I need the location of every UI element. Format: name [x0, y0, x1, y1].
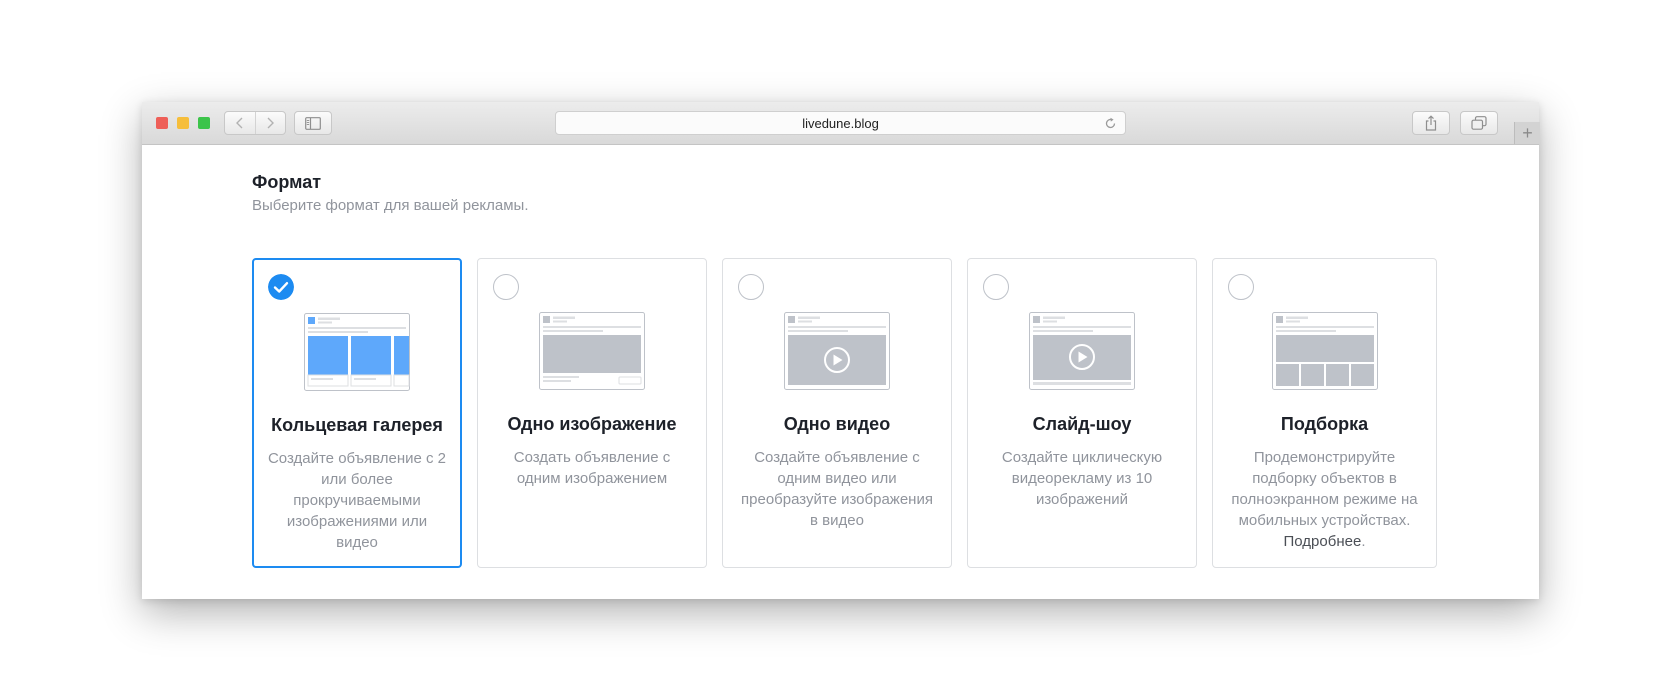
format-card-single-video[interactable]: Одно видео Создайте объявление с одним в…: [722, 258, 952, 568]
format-card-description: Создайте циклическую видеорекламу из 10 …: [1001, 449, 1163, 508]
forward-button[interactable]: [254, 112, 286, 134]
url-text: livedune.blog: [802, 115, 879, 131]
browser-window: livedune.blog + Формат Выберите формат д…: [142, 102, 1540, 599]
format-card-description: Продемонстрируйте подборку объектов в по…: [1231, 449, 1418, 550]
share-icon: [1425, 115, 1437, 131]
format-card-slideshow[interactable]: Слайд-шоу Создайте циклическую видеорекл…: [967, 258, 1197, 568]
page-content: Формат Выберите формат для вашей рекламы…: [142, 145, 1539, 599]
chevron-right-icon: [267, 117, 275, 129]
address-bar[interactable]: livedune.blog: [555, 111, 1126, 135]
learn-more-link[interactable]: Подробнее: [1284, 533, 1362, 550]
format-card-title: Кольцевая галерея: [271, 415, 443, 435]
format-card-description: Создайте объявление с 2 или более прокру…: [267, 450, 447, 551]
format-radio[interactable]: [1228, 274, 1254, 300]
format-card-single-image[interactable]: Одно изображение Создать объявление с од…: [477, 258, 707, 568]
share-button[interactable]: [1412, 111, 1450, 135]
single-video-thumbnail-icon: [784, 312, 890, 390]
single-image-thumbnail-icon: [539, 312, 645, 390]
tab-overview-button[interactable]: [1460, 111, 1498, 135]
format-card-collection[interactable]: Подборка Продемонстрируйте подборку объе…: [1212, 258, 1437, 568]
format-card-description: Создать объявление с одним изображением: [513, 449, 671, 487]
carousel-thumbnail-icon: [304, 313, 410, 391]
new-tab-button[interactable]: +: [1514, 122, 1540, 144]
history-navigation: [224, 111, 286, 135]
format-card-title: Одно изображение: [507, 414, 677, 434]
format-card-description: Создайте объявление с одним видео или пр…: [741, 449, 933, 529]
reload-icon[interactable]: [1104, 117, 1117, 130]
format-radio[interactable]: [493, 274, 519, 300]
format-section-title: Формат: [252, 172, 322, 192]
format-card-title: Подборка: [1280, 414, 1369, 434]
format-card-description-text: Продемонстрируйте подборку объектов в по…: [1231, 449, 1418, 529]
minimize-window-button[interactable]: [177, 117, 189, 129]
format-card-title: Одно видео: [783, 414, 891, 434]
slideshow-thumbnail-icon: [1029, 312, 1135, 390]
close-window-button[interactable]: [156, 117, 168, 129]
format-section-subtitle: Выберите формат для вашей рекламы.: [252, 197, 529, 214]
chevron-left-icon: [235, 117, 243, 129]
sidebar-toggle-button[interactable]: [294, 111, 332, 135]
check-icon: [268, 274, 294, 300]
format-radio[interactable]: [738, 274, 764, 300]
browser-toolbar: livedune.blog +: [142, 102, 1540, 145]
format-card-title: Слайд-шоу: [1032, 414, 1132, 434]
tabs-icon: [1471, 116, 1487, 130]
format-radio[interactable]: [983, 274, 1009, 300]
sidebar-icon: [305, 116, 321, 130]
format-card-carousel[interactable]: Кольцевая галерея Создайте объявление с …: [252, 258, 462, 568]
collection-thumbnail-icon: [1271, 312, 1378, 390]
maximize-window-button[interactable]: [198, 117, 210, 129]
back-button[interactable]: [225, 112, 255, 134]
plus-icon: +: [1522, 123, 1533, 143]
